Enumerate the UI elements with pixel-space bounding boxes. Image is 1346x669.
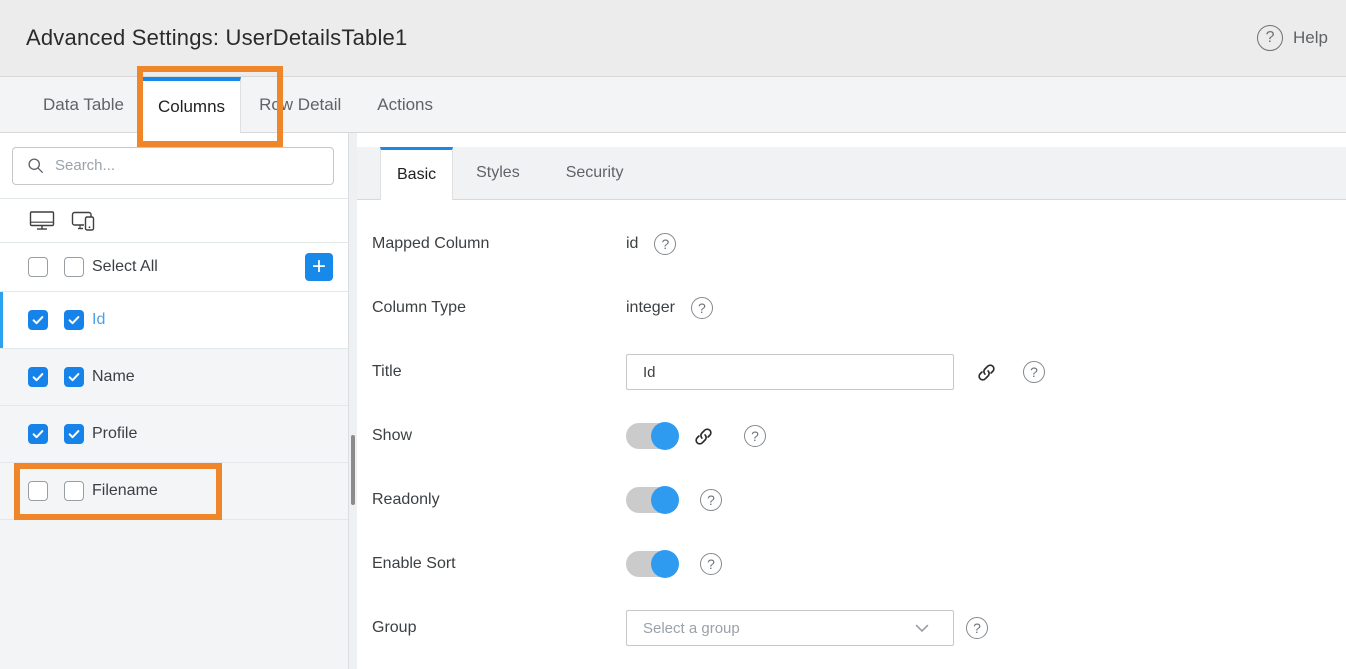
- columns-sidebar: Select All + Id Name Profile Filename: [0, 133, 348, 669]
- panel-tab-styles[interactable]: Styles: [453, 147, 543, 199]
- tab-columns[interactable]: Columns: [142, 77, 241, 133]
- sidebar-scrollbar-track[interactable]: [348, 133, 357, 669]
- column-label: Profile: [92, 425, 137, 443]
- enable-sort-toggle[interactable]: [626, 551, 678, 577]
- form-row-title: Title?: [372, 340, 1346, 404]
- column-settings-panel: BasicStylesSecurity Mapped Columnid?Colu…: [357, 133, 1346, 669]
- column-mobile-checkbox[interactable]: [64, 424, 84, 444]
- panel-tab-bar: BasicStylesSecurity: [357, 147, 1346, 200]
- toggle-knob: [651, 422, 679, 450]
- sidebar-scrollbar-thumb[interactable]: [351, 435, 355, 505]
- column-label: Filename: [92, 482, 158, 500]
- desktop-icon[interactable]: [27, 208, 57, 234]
- add-column-button[interactable]: +: [305, 253, 333, 281]
- column-web-checkbox[interactable]: [28, 310, 48, 330]
- panel-tab-security[interactable]: Security: [543, 147, 647, 199]
- group-select[interactable]: Select a group: [626, 610, 954, 646]
- help-button[interactable]: ? Help: [1257, 25, 1328, 51]
- field-value: id: [626, 235, 638, 253]
- panel-tab-basic[interactable]: Basic: [380, 147, 453, 200]
- column-label: Name: [92, 368, 135, 386]
- column-row-id[interactable]: Id: [0, 292, 348, 349]
- field-label: Show: [372, 427, 626, 445]
- help-icon[interactable]: ?: [966, 617, 988, 639]
- dialog-header: Advanced Settings: UserDetailsTable1 ? H…: [0, 0, 1346, 77]
- form-row-show: Show?: [372, 404, 1346, 468]
- show-toggle[interactable]: [626, 423, 678, 449]
- tab-actions[interactable]: Actions: [359, 77, 451, 132]
- bind-link-icon[interactable]: [693, 426, 714, 447]
- form-row-column-type: Column Typeinteger?: [372, 276, 1346, 340]
- help-icon[interactable]: ?: [654, 233, 676, 255]
- column-list: Id Name Profile Filename: [0, 292, 348, 520]
- help-icon[interactable]: ?: [744, 425, 766, 447]
- select-all-row: Select All +: [0, 243, 348, 292]
- help-icon[interactable]: ?: [1257, 25, 1283, 51]
- field-label: Enable Sort: [372, 555, 626, 573]
- field-label: Title: [372, 363, 626, 381]
- panel-top-gap: [357, 133, 1346, 147]
- field-value: integer: [626, 299, 675, 317]
- column-web-checkbox[interactable]: [28, 481, 48, 501]
- search-section: [0, 133, 348, 199]
- help-icon[interactable]: ?: [1023, 361, 1045, 383]
- toggle-knob: [651, 550, 679, 578]
- field-label: Column Type: [372, 299, 626, 317]
- toggle-knob: [651, 486, 679, 514]
- content-area: Select All + Id Name Profile Filename Basic…: [0, 133, 1346, 669]
- chevron-down-icon: [915, 624, 941, 633]
- column-mobile-checkbox[interactable]: [64, 310, 84, 330]
- readonly-toggle[interactable]: [626, 487, 678, 513]
- form-row-group: Group Select a group?: [372, 596, 1346, 660]
- tab-row-detail[interactable]: Row Detail: [241, 77, 359, 132]
- select-all-mobile-checkbox[interactable]: [64, 257, 84, 277]
- main-tab-bar: Data TableColumnsRow DetailActions: [0, 77, 1346, 133]
- column-row-name[interactable]: Name: [0, 349, 348, 406]
- form-row-mapped-column: Mapped Columnid?: [372, 212, 1346, 276]
- select-placeholder: Select a group: [643, 620, 915, 637]
- settings-form: Mapped Columnid?Column Typeinteger?Title…: [357, 200, 1346, 660]
- column-web-checkbox[interactable]: [28, 367, 48, 387]
- sidebar-filler: [0, 520, 348, 669]
- form-row-enable-sort: Enable Sort?: [372, 532, 1346, 596]
- column-web-checkbox[interactable]: [28, 424, 48, 444]
- column-row-filename[interactable]: Filename: [0, 463, 348, 520]
- form-row-readonly: Readonly?: [372, 468, 1346, 532]
- tab-data-table[interactable]: Data Table: [25, 77, 142, 132]
- field-label: Readonly: [372, 491, 626, 509]
- select-all-label: Select All: [92, 258, 158, 276]
- devices-icon[interactable]: [68, 208, 98, 234]
- search-input[interactable]: [55, 157, 333, 174]
- help-icon[interactable]: ?: [691, 297, 713, 319]
- help-label: Help: [1293, 28, 1328, 48]
- column-mobile-checkbox[interactable]: [64, 481, 84, 501]
- page-title: Advanced Settings: UserDetailsTable1: [26, 25, 407, 51]
- column-row-profile[interactable]: Profile: [0, 406, 348, 463]
- field-label: Mapped Column: [372, 235, 626, 253]
- search-box[interactable]: [12, 147, 334, 185]
- help-icon[interactable]: ?: [700, 489, 722, 511]
- bind-link-icon[interactable]: [976, 362, 997, 383]
- select-all-web-checkbox[interactable]: [28, 257, 48, 277]
- title-input[interactable]: [626, 354, 954, 390]
- column-label: Id: [92, 311, 105, 329]
- help-icon[interactable]: ?: [700, 553, 722, 575]
- search-icon: [27, 157, 44, 174]
- column-mobile-checkbox[interactable]: [64, 367, 84, 387]
- field-label: Group: [372, 619, 626, 637]
- device-toggle-row: [0, 199, 348, 243]
